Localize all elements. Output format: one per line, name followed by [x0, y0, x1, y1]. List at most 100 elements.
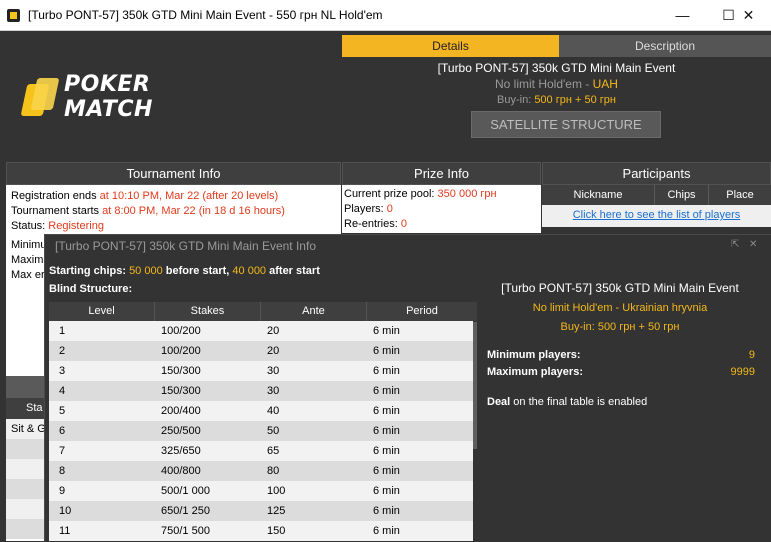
lobby-row[interactable] [6, 439, 46, 459]
blind-row: 1 100/200 20 6 min [49, 321, 473, 341]
satellite-structure-button[interactable]: SATELLITE STRUCTURE [471, 111, 661, 138]
blind-level: 9 [59, 485, 66, 497]
blind-level: 4 [59, 385, 66, 397]
chips-after-text: after start [266, 265, 320, 277]
min-players-row: Minimum players: 9 [487, 349, 755, 361]
blind-stakes: 400/800 [161, 465, 201, 477]
blind-table-scrollbar[interactable] [473, 322, 477, 449]
blind-stakes: 150/300 [161, 385, 201, 397]
min-players-label: Minimum players: [487, 349, 581, 361]
game-type: No limit Hold'em - [495, 77, 593, 91]
summary-name: [Turbo PONT-57] 350k GTD Mini Main Event [501, 281, 739, 295]
blind-level: 2 [59, 345, 66, 357]
deal-bold: Deal [487, 396, 511, 408]
tournament-info-header: Tournament Info [6, 162, 341, 185]
reentries-label: Re-entries: [344, 218, 401, 230]
lobby-row[interactable] [6, 479, 46, 499]
blind-stakes: 325/650 [161, 445, 201, 457]
blind-col-ante: Ante [261, 302, 367, 321]
blind-col-period: Period [367, 302, 477, 321]
lobby-row[interactable] [6, 459, 46, 479]
pool-label: Current prize pool: [344, 188, 438, 200]
lobby-row[interactable] [6, 519, 46, 539]
tab-details[interactable]: Details [342, 35, 559, 57]
blind-ante: 125 [267, 505, 286, 517]
logo-line1: POKER [64, 72, 151, 97]
lobby-table-header: Sta [6, 398, 46, 419]
app-icon [7, 9, 20, 22]
blind-row: 5 200/400 40 6 min [49, 401, 473, 421]
participants-header: Participants [542, 162, 771, 185]
blind-ante: 30 [267, 365, 280, 377]
blind-stakes: 200/400 [161, 405, 201, 417]
status-label: Status: [11, 220, 49, 232]
lobby-row[interactable] [6, 499, 46, 519]
dialog-title: [Turbo PONT-57] 350k GTD Mini Main Event… [55, 239, 316, 253]
start-value: at 8:00 PM, Mar 22 (in 18 d 16 hours) [102, 205, 285, 217]
blind-ante: 20 [267, 345, 280, 357]
blind-row: 10 650/1 250 125 6 min [49, 501, 473, 521]
blind-level: 7 [59, 445, 66, 457]
tournament-info-dialog: [Turbo PONT-57] 350k GTD Mini Main Event… [44, 234, 771, 541]
status-value: Registering [48, 220, 104, 232]
deal-note: Deal on the final table is enabled [487, 396, 755, 408]
col-nickname[interactable]: Nickname [542, 185, 655, 205]
blind-stakes: 250/500 [161, 425, 201, 437]
blind-stakes: 500/1 000 [161, 485, 210, 497]
lobby-row[interactable]: Sit & G [6, 419, 46, 439]
max-players-value: 9999 [730, 366, 755, 378]
buyin-label: Buy-in: [497, 94, 535, 106]
chips-before-value: 50 000 [129, 265, 163, 277]
blind-structure-table: Level Stakes Ante Period 1 100/200 20 6 min… [49, 302, 477, 542]
prize-info-panel: Current prize pool: 350 000 грн Players:… [342, 185, 541, 233]
blind-ante: 150 [267, 525, 286, 537]
blind-period: 6 min [373, 365, 400, 377]
blind-stakes: 150/300 [161, 365, 201, 377]
blind-ante: 100 [267, 485, 286, 497]
blind-row: 9 500/1 000 100 6 min [49, 481, 473, 501]
blind-period: 6 min [373, 385, 400, 397]
blind-level: 10 [59, 505, 72, 517]
tournament-header: [Turbo PONT-57] 350k GTD Mini Main Event… [342, 60, 771, 108]
blind-period: 6 min [373, 485, 400, 497]
blind-row: 6 250/500 50 6 min [49, 421, 473, 441]
col-place[interactable]: Place [709, 185, 771, 205]
tournament-name: [Turbo PONT-57] 350k GTD Mini Main Event [437, 61, 676, 75]
blind-stakes: 650/1 250 [161, 505, 210, 517]
deal-rest: on the final table is enabled [510, 396, 648, 408]
currency: UAH [592, 77, 618, 91]
popout-icon[interactable]: ⇱ [731, 240, 741, 250]
blind-row: 8 400/800 80 6 min [49, 461, 473, 481]
blind-stakes: 100/200 [161, 325, 201, 337]
reg-value: at 10:10 PM, Mar 22 (after 20 levels) [99, 190, 279, 202]
blind-ante: 20 [267, 325, 280, 337]
minimize-button[interactable]: — [660, 0, 705, 30]
pool-value: 350 000 грн [437, 188, 497, 200]
window-titlebar: [Turbo PONT-57] 350k GTD Mini Main Event… [0, 0, 771, 31]
buyin-value: 500 грн + 50 грн [534, 94, 616, 106]
col-chips[interactable]: Chips [655, 185, 709, 205]
pokermatch-logo: POKER MATCH [18, 72, 178, 127]
close-button[interactable]: ✕ [726, 0, 771, 30]
blind-level: 1 [59, 325, 66, 337]
chips-after-value: 40 000 [232, 265, 267, 277]
close-icon[interactable]: ✕ [749, 240, 759, 250]
players-list-link[interactable]: Click here to see the list of players [542, 205, 771, 227]
blind-ante: 80 [267, 465, 280, 477]
blind-stakes: 100/200 [161, 345, 201, 357]
chips-before-text: before start, [162, 265, 233, 277]
blind-period: 6 min [373, 405, 400, 417]
details-tabs: Details Description [342, 35, 771, 57]
blind-row: 4 150/300 30 6 min [49, 381, 473, 401]
starting-chips-label: Starting chips: [49, 265, 130, 277]
blind-level: 5 [59, 405, 66, 417]
blind-period: 6 min [373, 325, 400, 337]
blind-row: 11 750/1 500 150 6 min [49, 521, 473, 541]
blind-stakes: 750/1 500 [161, 525, 210, 537]
start-label: Tournament starts [11, 205, 103, 217]
tab-description[interactable]: Description [559, 35, 771, 57]
blind-row: 7 325/650 65 6 min [49, 441, 473, 461]
participants-columns: Nickname Chips Place [542, 185, 771, 205]
blind-period: 6 min [373, 525, 400, 537]
blind-ante: 30 [267, 385, 280, 397]
